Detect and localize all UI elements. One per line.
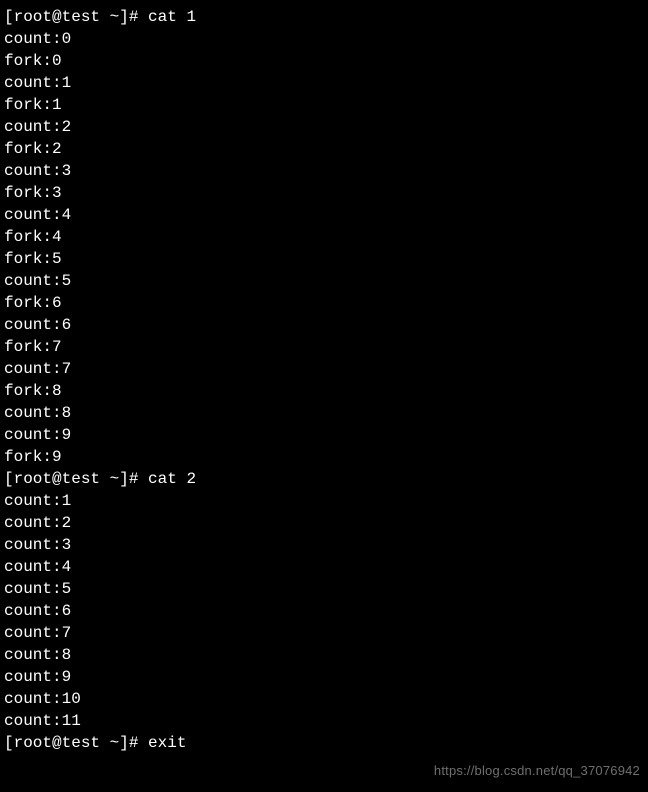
command-text: exit — [148, 734, 186, 752]
output-line: count:8 — [4, 644, 644, 666]
output-line: fork:4 — [4, 226, 644, 248]
terminal[interactable]: [root@test ~]# cat 1count:0fork:0count:1… — [4, 6, 644, 754]
command-line: [root@test ~]# exit — [4, 732, 644, 754]
shell-prompt: [root@test ~]# — [4, 8, 148, 26]
output-line: count:2 — [4, 512, 644, 534]
output-line: fork:9 — [4, 446, 644, 468]
output-line: fork:2 — [4, 138, 644, 160]
command-line: [root@test ~]# cat 2 — [4, 468, 644, 490]
output-line: fork:8 — [4, 380, 644, 402]
output-line: fork:3 — [4, 182, 644, 204]
output-line: count:11 — [4, 710, 644, 732]
output-line: count:3 — [4, 534, 644, 556]
output-line: fork:0 — [4, 50, 644, 72]
command-text: cat 2 — [148, 470, 196, 488]
output-line: count:5 — [4, 578, 644, 600]
output-line: count:1 — [4, 490, 644, 512]
shell-prompt: [root@test ~]# — [4, 734, 148, 752]
output-line: fork:1 — [4, 94, 644, 116]
output-line: count:4 — [4, 204, 644, 226]
output-line: count:9 — [4, 666, 644, 688]
command-text: cat 1 — [148, 8, 196, 26]
output-line: count:2 — [4, 116, 644, 138]
watermark: https://blog.csdn.net/qq_37076942 — [434, 760, 640, 782]
output-line: count:9 — [4, 424, 644, 446]
output-line: count:3 — [4, 160, 644, 182]
output-line: count:5 — [4, 270, 644, 292]
output-line: count:7 — [4, 622, 644, 644]
output-line: count:6 — [4, 314, 644, 336]
output-line: count:10 — [4, 688, 644, 710]
shell-prompt: [root@test ~]# — [4, 470, 148, 488]
output-line: fork:5 — [4, 248, 644, 270]
output-line: count:6 — [4, 600, 644, 622]
output-line: count:0 — [4, 28, 644, 50]
output-line: fork:6 — [4, 292, 644, 314]
output-line: fork:7 — [4, 336, 644, 358]
output-line: count:7 — [4, 358, 644, 380]
output-line: count:4 — [4, 556, 644, 578]
command-line: [root@test ~]# cat 1 — [4, 6, 644, 28]
output-line: count:1 — [4, 72, 644, 94]
output-line: count:8 — [4, 402, 644, 424]
